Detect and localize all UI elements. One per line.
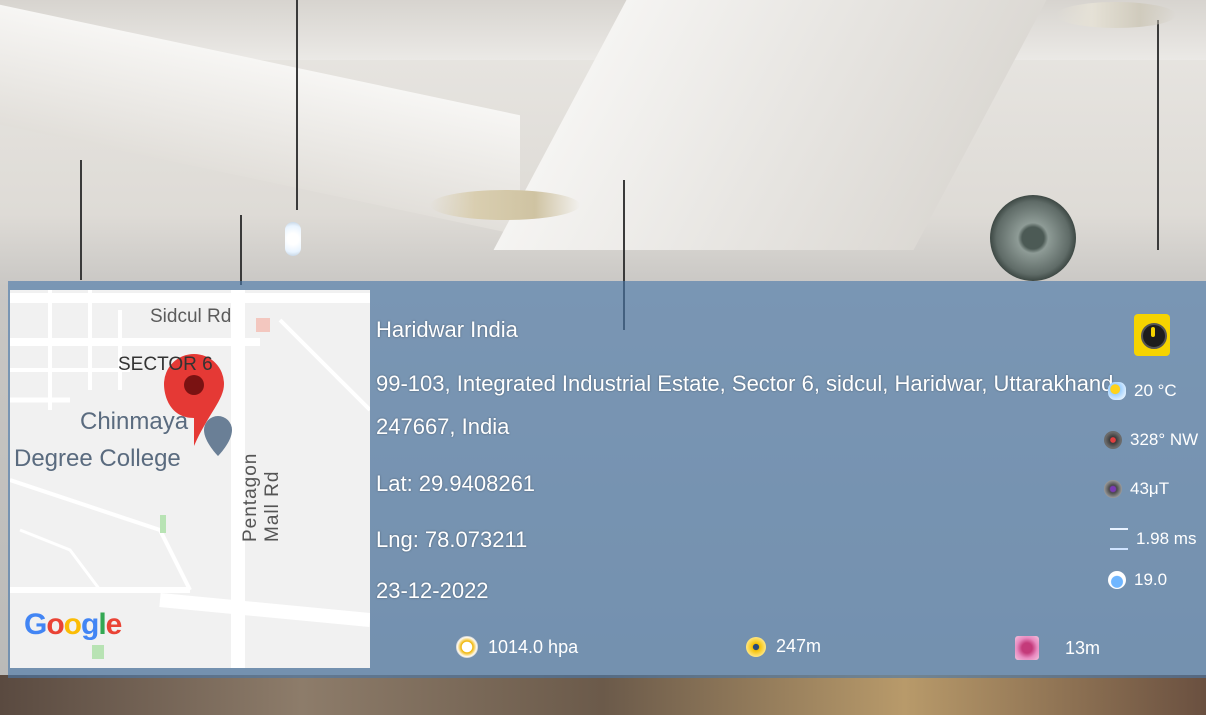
location-city: Haridwar India xyxy=(376,317,518,342)
map-area-label: SECTOR 6 xyxy=(118,354,213,375)
wind-speed-stat: 1.98 ms xyxy=(1110,528,1196,550)
map-place-label: Chinmaya xyxy=(80,408,189,435)
map-place-label: Degree College xyxy=(14,445,181,472)
wind-direction-value: 328° NW xyxy=(1130,430,1199,449)
accuracy-icon xyxy=(1015,636,1039,660)
lamp-wire xyxy=(296,0,298,210)
accuracy-value: 13m xyxy=(1065,637,1101,658)
pressure-value: 1014.0 hpa xyxy=(488,636,579,657)
latitude-label: Lat: 29.9408261 xyxy=(376,471,536,496)
compass-icon xyxy=(1104,431,1122,449)
map-road-label: Pentagon Mall Rd xyxy=(240,452,283,542)
date-label: 23-12-2022 xyxy=(376,578,489,603)
map-road-label: Sidcul Rd xyxy=(150,306,232,327)
magnetic-field-value: 43μT xyxy=(1130,479,1170,498)
location-address: 247667, India xyxy=(376,414,510,439)
lamp-wire xyxy=(1157,20,1159,250)
temperature-stat: 20 °C xyxy=(1108,381,1177,401)
humidity-stat: 19.0 xyxy=(1108,570,1167,590)
magnetometer-icon xyxy=(1104,480,1122,498)
humidity-icon xyxy=(1108,571,1126,589)
gauge-icon xyxy=(456,636,478,658)
wind-icon xyxy=(1110,528,1128,550)
compass-app-icon xyxy=(1134,314,1170,356)
magnetic-field-stat: 43μT xyxy=(1104,479,1169,499)
map-thumbnail[interactable]: Sidcul Rd SECTOR 6 Pentagon Mall Rd Chin… xyxy=(10,290,370,668)
temperature-value: 20 °C xyxy=(1134,381,1177,400)
partly-cloudy-icon xyxy=(1108,382,1126,400)
altitude-value: 247m xyxy=(776,636,822,656)
wall-fan xyxy=(990,195,1076,281)
lamp-wire xyxy=(240,215,242,285)
accuracy-stat: 13m xyxy=(1015,636,1100,660)
longitude-label: Lng: 78.073211 xyxy=(376,527,528,552)
wind-direction-stat: 328° NW xyxy=(1104,430,1198,450)
location-address: 99-103, Integrated Industrial Estate, Se… xyxy=(376,371,1114,396)
lamp-wire xyxy=(80,160,82,280)
ceiling-fan xyxy=(1056,2,1176,28)
altitude-icon xyxy=(746,636,766,657)
humidity-value: 19.0 xyxy=(1134,570,1168,589)
ceiling-fan xyxy=(430,190,580,220)
light-bulb xyxy=(285,222,301,256)
floor-strip xyxy=(0,675,1206,715)
google-logo: Google xyxy=(24,608,122,641)
wind-speed-value: 1.98 ms xyxy=(1136,529,1197,548)
pressure-stat: 1014.0 hpa xyxy=(456,636,578,658)
altitude-stat: 247m xyxy=(746,636,821,657)
